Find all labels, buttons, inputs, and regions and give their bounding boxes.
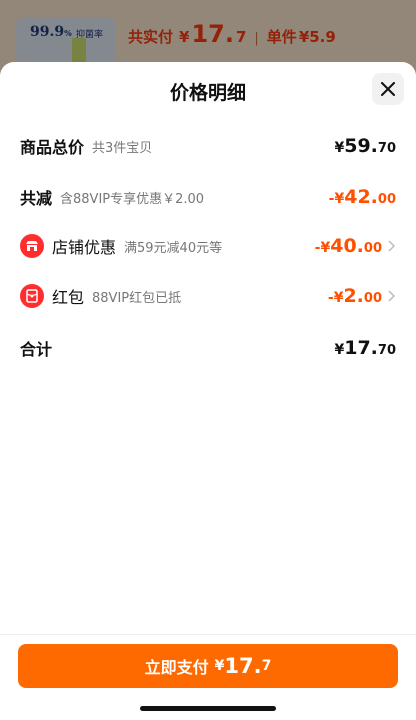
red-packet-detail: 88VIP红包已抵 bbox=[92, 290, 182, 306]
discount-detail: 含88VIP专享优惠￥2.00 bbox=[60, 191, 205, 207]
row-store-discount[interactable]: 店铺优惠 满59元减40元等 -¥ 40. 00 bbox=[20, 232, 396, 260]
close-icon bbox=[381, 82, 395, 96]
pay-button-int: 17. bbox=[224, 654, 262, 678]
total-items-count: 共3件宝贝 bbox=[92, 140, 153, 156]
price-int: 2. bbox=[343, 285, 364, 307]
currency: -¥ bbox=[328, 191, 345, 207]
total-price-label: 商品总价 bbox=[20, 138, 85, 157]
chevron-right-icon bbox=[388, 290, 396, 302]
divider bbox=[0, 634, 416, 635]
price-int: 59. bbox=[344, 135, 378, 157]
store-discount-detail: 满59元减40元等 bbox=[124, 240, 223, 256]
currency: ¥ bbox=[334, 342, 345, 358]
currency: -¥ bbox=[327, 290, 344, 306]
red-packet-value: -¥ 2. 00 bbox=[328, 285, 382, 307]
sum-value: ¥17. 70 bbox=[334, 337, 396, 359]
price-dec: 70 bbox=[377, 141, 396, 156]
price-dec: 70 bbox=[377, 343, 396, 358]
discount-value: -¥ 42. 00 bbox=[329, 186, 396, 208]
currency: ¥ bbox=[334, 140, 345, 156]
red-packet-icon bbox=[20, 284, 44, 308]
store-icon bbox=[20, 234, 44, 258]
pay-now-button[interactable]: 立即支付 ¥17. 7 bbox=[18, 644, 398, 688]
pay-button-dec: 7 bbox=[261, 658, 272, 674]
store-discount-value: -¥ 40. 00 bbox=[315, 235, 382, 257]
chevron-right-icon bbox=[388, 240, 396, 252]
total-price-value: ¥59. 70 bbox=[334, 135, 396, 157]
price-detail-sheet: 价格明细 商品总价 共3件宝贝 ¥59. 70 共减 含88VIP专享优惠￥2.0… bbox=[0, 62, 416, 720]
discount-label: 共减 bbox=[20, 189, 53, 208]
row-sum: 合计 ¥17. 70 bbox=[20, 334, 396, 362]
price-dec: 00 bbox=[363, 291, 382, 306]
price-dec: 00 bbox=[377, 192, 396, 207]
row-total-price: 商品总价 共3件宝贝 ¥59. 70 bbox=[20, 132, 396, 160]
close-button[interactable] bbox=[372, 73, 404, 105]
sheet-title: 价格明细 bbox=[169, 82, 246, 104]
row-total-discount: 共减 含88VIP专享优惠￥2.00 -¥ 42. 00 bbox=[20, 183, 396, 211]
price-dec: 00 bbox=[363, 241, 382, 256]
currency: -¥ bbox=[314, 240, 331, 256]
price-int: 40. bbox=[330, 235, 364, 257]
price-int: 17. bbox=[344, 337, 378, 359]
sum-label: 合计 bbox=[20, 340, 53, 359]
row-red-packet: 红包 88VIP红包已抵 -¥ 2. 00 bbox=[20, 282, 396, 310]
home-indicator bbox=[140, 706, 276, 711]
pay-button-label: 立即支付 bbox=[144, 658, 209, 677]
store-discount-label: 店铺优惠 bbox=[52, 238, 117, 257]
price-int: 42. bbox=[344, 186, 378, 208]
red-packet-label: 红包 bbox=[52, 288, 85, 307]
pay-button-currency: ¥ bbox=[214, 658, 225, 674]
